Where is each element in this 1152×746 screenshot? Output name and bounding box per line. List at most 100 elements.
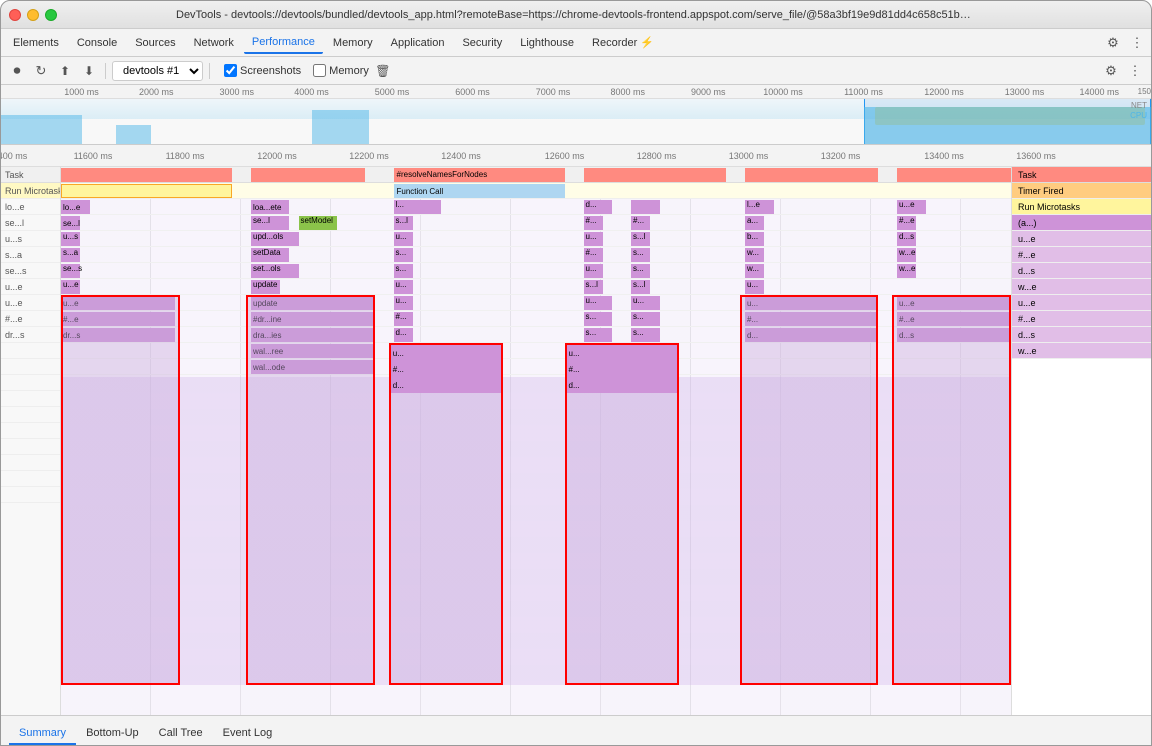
maximize-button[interactable] — [45, 9, 57, 21]
row3-b7[interactable]: l...e — [745, 200, 774, 214]
tab-memory[interactable]: Memory — [325, 33, 381, 53]
row9-b4[interactable]: u... — [584, 296, 613, 310]
tab-security[interactable]: Security — [454, 33, 510, 53]
row3-b6[interactable] — [631, 200, 660, 214]
s-a-b3[interactable]: s... — [394, 248, 413, 262]
se-l-b4[interactable]: s...l — [394, 216, 413, 230]
row-sel-content: se...l se...l setModel s...l #... #... a… — [61, 215, 1011, 231]
memory-checkbox[interactable] — [313, 64, 326, 77]
tab-sources[interactable]: Sources — [127, 33, 183, 53]
close-button[interactable] — [9, 9, 21, 21]
row3-b4[interactable] — [422, 200, 441, 214]
tab-elements[interactable]: Elements — [5, 33, 67, 53]
tl-label-150: 150 — [1138, 87, 1151, 96]
selection-box-5[interactable] — [740, 295, 878, 685]
tab-recorder[interactable]: Recorder ⚡ — [584, 32, 662, 53]
settings-icon[interactable]: ⚙ — [1103, 33, 1123, 53]
task-block-3[interactable]: #resolveNamesForNodes — [394, 168, 565, 182]
task-block-6[interactable] — [897, 168, 1011, 182]
row11-b4[interactable]: s... — [584, 328, 613, 342]
row9-b5[interactable]: u... — [631, 296, 660, 310]
row6-b4[interactable]: #... — [584, 248, 603, 262]
delete-icon[interactable]: 🗑 — [373, 61, 393, 81]
l-block-1[interactable]: l... — [394, 200, 423, 214]
row5-b4[interactable]: u... — [584, 232, 603, 246]
setmodel-block[interactable]: setModel — [299, 216, 337, 230]
u-s-b1[interactable]: u...s — [61, 232, 80, 246]
row5-b6[interactable]: b... — [745, 232, 764, 246]
row5-b5[interactable]: s...l — [631, 232, 650, 246]
row10-b4[interactable]: s... — [584, 312, 613, 326]
selection-box-1[interactable] — [61, 295, 180, 685]
function-call-block[interactable]: Function Call — [394, 184, 565, 198]
u-e-b1[interactable]: u...e — [61, 280, 80, 294]
row7-b5[interactable]: s... — [631, 264, 650, 278]
overflow-icon[interactable]: ⋮ — [1125, 61, 1145, 81]
load-button[interactable]: ⬇ — [79, 61, 99, 81]
row4-b6[interactable]: #... — [631, 216, 650, 230]
se-s-b1[interactable]: se...s — [61, 264, 80, 278]
selection-box-4[interactable]: u... #... d... — [565, 343, 679, 685]
row8-b5[interactable]: s...l — [631, 280, 650, 294]
tab-call-tree[interactable]: Call Tree — [149, 723, 213, 745]
row7-b6[interactable]: w... — [745, 264, 764, 278]
tab-network[interactable]: Network — [186, 33, 242, 53]
row4-b8[interactable]: #...e — [897, 216, 916, 230]
update-b[interactable]: update — [251, 280, 280, 294]
tab-bottom-up[interactable]: Bottom-Up — [76, 723, 149, 745]
tab-event-log[interactable]: Event Log — [213, 723, 283, 745]
row11-b5[interactable]: s... — [631, 328, 660, 342]
row5-b7[interactable]: d...s — [897, 232, 916, 246]
task-block-5[interactable] — [745, 168, 878, 182]
record-button[interactable]: ⏺ — [7, 61, 27, 81]
screenshots-checkbox[interactable] — [224, 64, 237, 77]
task-block-4[interactable] — [584, 168, 727, 182]
reload-record-button[interactable]: ↻ — [31, 61, 51, 81]
microtask-block-1[interactable] — [61, 184, 232, 198]
selection-box-6[interactable] — [892, 295, 1011, 685]
selection-box-2[interactable] — [246, 295, 374, 685]
row8-b4[interactable]: s...l — [584, 280, 603, 294]
task-block-2[interactable] — [251, 168, 365, 182]
lo-e-block[interactable]: lo...e — [61, 200, 90, 214]
tab-lighthouse[interactable]: Lighthouse — [512, 33, 582, 53]
timeline-overview[interactable]: 1000 ms 2000 ms 3000 ms 4000 ms 5000 ms … — [1, 85, 1151, 145]
u-e-b3[interactable]: u... — [394, 280, 413, 294]
tab-performance[interactable]: Performance — [244, 32, 323, 54]
row4-b5[interactable]: #... — [584, 216, 603, 230]
se-s-b3[interactable]: s... — [394, 264, 413, 278]
tab-console[interactable]: Console — [69, 33, 125, 53]
s-a-b1[interactable]: s...a — [61, 248, 80, 262]
dl-13200: 13200 ms — [821, 151, 861, 161]
row4-b7[interactable]: a... — [745, 216, 764, 230]
target-dropdown[interactable]: devtools #1 — [112, 61, 203, 81]
clear-button[interactable]: ⬆ — [55, 61, 75, 81]
se-l-b1[interactable]: se...l — [61, 216, 80, 230]
row7-b7[interactable]: w...e — [897, 264, 916, 278]
set-ols-b[interactable]: set...ols — [251, 264, 299, 278]
row10-b5[interactable]: s... — [631, 312, 660, 326]
se-l-b2[interactable]: se...l — [251, 216, 289, 230]
legend-ue2-label: u...e — [1018, 298, 1036, 308]
u-e-b4[interactable]: u... — [394, 296, 413, 310]
row6-b5[interactable]: s... — [631, 248, 650, 262]
row6-b7[interactable]: w...e — [897, 248, 916, 262]
u-s-b3[interactable]: u... — [394, 232, 413, 246]
loa-ete-block[interactable]: loa...ete — [251, 200, 289, 214]
settings-icon[interactable]: ⚙ — [1101, 61, 1121, 81]
row8-b6[interactable]: u... — [745, 280, 764, 294]
overflow-menu-icon[interactable]: ⋮ — [1127, 33, 1147, 53]
setdata-b[interactable]: setData — [251, 248, 289, 262]
row6-b6[interactable]: w... — [745, 248, 764, 262]
hash-e-b3[interactable]: #... — [394, 312, 413, 326]
row7-b4[interactable]: u... — [584, 264, 603, 278]
task-block-1[interactable] — [61, 168, 232, 182]
dr-s-b3[interactable]: d... — [394, 328, 413, 342]
row3-b8[interactable]: u...e — [897, 200, 926, 214]
upd-ols-b[interactable]: upd...ols — [251, 232, 299, 246]
row3-b5[interactable]: d... — [584, 200, 613, 214]
selection-box-3[interactable]: u... #... d... — [389, 343, 503, 685]
tab-summary[interactable]: Summary — [9, 723, 76, 745]
tab-application[interactable]: Application — [383, 33, 453, 53]
minimize-button[interactable] — [27, 9, 39, 21]
